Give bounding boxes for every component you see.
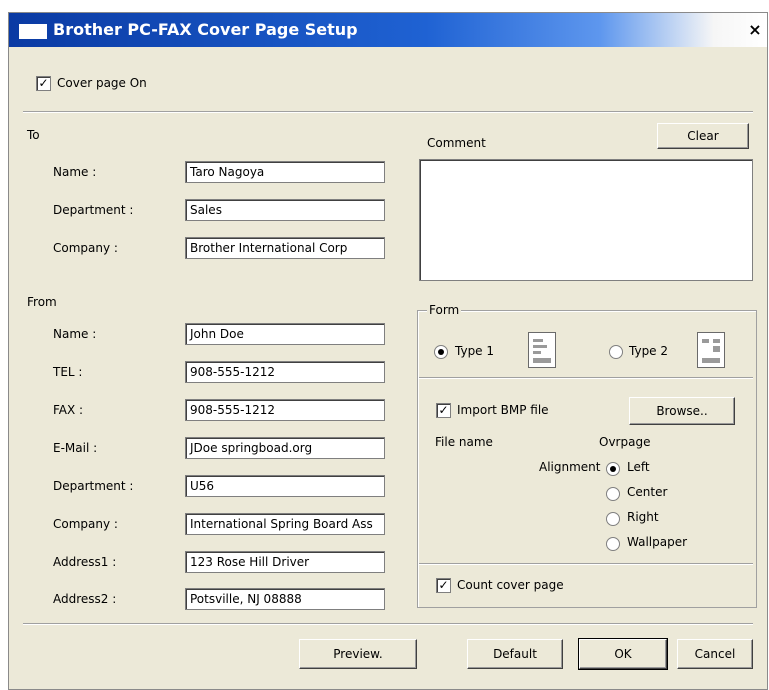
from-address1-label: Address1 : (53, 555, 117, 569)
align-left-label: Left (627, 460, 650, 474)
to-name-input[interactable]: Taro Nagoya (185, 161, 385, 183)
from-tel-label: TEL : (53, 365, 83, 379)
window-title: Brother PC-FAX Cover Page Setup (53, 20, 358, 39)
align-center-radio[interactable] (606, 487, 620, 501)
to-company-label: Company : (53, 241, 118, 255)
type1-preview-icon (528, 332, 556, 368)
file-name-label: File name (435, 435, 493, 449)
from-fax-input[interactable]: 908-555-1212 (185, 399, 385, 421)
to-department-input[interactable]: Sales (185, 199, 385, 221)
from-address2-label: Address2 : (53, 592, 117, 606)
from-company-label: Company : (53, 517, 118, 531)
to-name-label: Name : (53, 165, 97, 179)
from-department-input[interactable]: U56 (185, 475, 385, 497)
form-divider-1 (419, 377, 753, 379)
cover-page-on-checkbox[interactable]: ✓ (36, 76, 51, 91)
import-bmp-checkbox[interactable]: ✓ (436, 403, 451, 418)
from-email-input[interactable]: JDoe springboad.org (185, 437, 385, 459)
alignment-label: Alignment (539, 460, 601, 474)
import-bmp-label: Import BMP file (457, 403, 549, 417)
count-cover-page-label: Count cover page (457, 578, 564, 592)
align-left-radio[interactable] (606, 462, 620, 476)
cancel-button[interactable]: Cancel (677, 639, 753, 669)
from-department-label: Department : (53, 479, 134, 493)
type2-radio[interactable] (609, 345, 623, 359)
overpage-label: Ovrpage (599, 435, 651, 449)
align-right-radio[interactable] (606, 512, 620, 526)
align-wallpaper-radio[interactable] (606, 537, 620, 551)
form-group-label: Form (427, 303, 462, 317)
type2-preview-icon (697, 332, 725, 368)
from-name-label: Name : (53, 327, 97, 341)
from-fax-label: FAX : (53, 403, 84, 417)
default-button[interactable]: Default (467, 639, 563, 669)
from-section-label: From (27, 295, 57, 309)
align-right-label: Right (627, 510, 659, 524)
from-company-input[interactable]: International Spring Board Ass (185, 513, 385, 535)
from-name-input[interactable]: John Doe (185, 323, 385, 345)
type1-radio-dot (438, 349, 444, 355)
ok-button[interactable]: OK (578, 638, 668, 670)
cover-page-on-label: Cover page On (57, 76, 147, 90)
divider-bottom (23, 623, 753, 625)
divider-top (23, 111, 753, 113)
from-address2-input[interactable]: Potsville, NJ 08888 (185, 588, 385, 610)
close-button[interactable]: × (745, 19, 765, 41)
form-divider-2 (419, 563, 753, 565)
comment-label: Comment (427, 136, 486, 150)
type1-radio[interactable] (434, 345, 448, 359)
to-company-input[interactable]: Brother International Corp (185, 237, 385, 259)
count-cover-page-checkbox[interactable]: ✓ (436, 578, 451, 593)
cover-page-setup-dialog: Brother PC-FAX Cover Page Setup × ✓ Cove… (8, 12, 768, 690)
to-department-label: Department : (53, 203, 134, 217)
clear-button[interactable]: Clear (657, 123, 749, 149)
align-wallpaper-label: Wallpaper (627, 535, 688, 549)
type2-label: Type 2 (629, 344, 669, 358)
title-bar: Brother PC-FAX Cover Page Setup × (9, 13, 767, 47)
comment-textarea[interactable] (419, 159, 753, 281)
to-section-label: To (27, 128, 40, 142)
window-icon (19, 24, 47, 39)
align-left-radio-dot (610, 466, 616, 472)
preview-button[interactable]: Preview. (299, 639, 417, 669)
from-email-label: E-Mail : (53, 441, 98, 455)
from-tel-input[interactable]: 908-555-1212 (185, 361, 385, 383)
align-center-label: Center (627, 485, 668, 499)
type1-label: Type 1 (455, 344, 495, 358)
browse-button[interactable]: Browse.. (629, 397, 735, 425)
from-address1-input[interactable]: 123 Rose Hill Driver (185, 551, 385, 573)
